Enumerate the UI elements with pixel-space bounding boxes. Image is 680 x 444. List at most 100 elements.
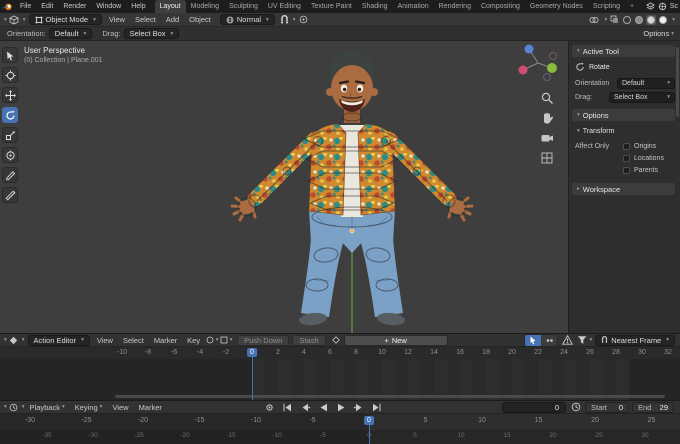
options-popover[interactable]: Options ▾ <box>643 29 676 38</box>
tab-shading[interactable]: Shading <box>357 0 393 13</box>
blender-logo-icon[interactable] <box>0 1 15 12</box>
tweak-select-icon[interactable] <box>525 334 542 346</box>
current-frame-field[interactable]: 0 <box>502 401 566 413</box>
navigation-gizmo[interactable] <box>516 43 560 87</box>
vp-menu-select[interactable]: Select <box>130 15 161 24</box>
filter-funnel-icon[interactable]: ▾ <box>577 335 592 345</box>
zoom-icon[interactable] <box>540 91 554 105</box>
snap-frame-dropdown[interactable]: Nearest Frame ▾ <box>595 334 675 346</box>
transform-orientation-dropdown[interactable]: Normal ▾ <box>219 14 275 25</box>
tl-menu-view[interactable]: View <box>107 403 133 412</box>
shading-material-icon[interactable] <box>646 14 657 25</box>
dopesheet-playhead[interactable]: 0 <box>247 348 257 357</box>
viewport-3d[interactable]: User Perspective (0) Collection | Plane.… <box>0 41 568 333</box>
sb-orientation-dropdown[interactable]: Default ▾ <box>617 77 675 89</box>
gizmo-x-axis[interactable] <box>518 65 528 75</box>
sb-drag-dropdown[interactable]: Select Box ▾ <box>609 91 675 103</box>
tab-sculpting[interactable]: Sculpting <box>224 0 263 13</box>
ghost-dropdown-icon[interactable]: ▾ <box>205 336 219 344</box>
cursor-tool-icon[interactable] <box>2 67 18 83</box>
action-editor-dropdown[interactable]: Action Editor ▾ <box>27 334 90 346</box>
editor-type-dopesheet-icon[interactable] <box>7 336 20 345</box>
checkbox-box[interactable] <box>623 155 630 162</box>
auto-key-record-icon[interactable] <box>263 402 276 413</box>
prev-keyframe-icon[interactable] <box>299 402 312 413</box>
shading-chevron-icon[interactable]: ▾ <box>672 17 675 23</box>
transform-tool-icon[interactable] <box>2 147 18 163</box>
playback-popover[interactable]: Playback ▾ <box>25 403 70 412</box>
camera-view-icon[interactable] <box>540 131 554 145</box>
view-layer-icon[interactable] <box>645 2 655 11</box>
tab-geometry-nodes[interactable]: Geometry Nodes <box>525 0 588 13</box>
new-action-button[interactable]: + New <box>343 334 448 346</box>
dope-menu-view[interactable]: View <box>92 336 118 345</box>
browse-action-icon[interactable] <box>330 336 342 344</box>
mode-dropdown[interactable]: Object Mode ▾ <box>28 14 102 25</box>
dopesheet-hscrollbar[interactable] <box>115 395 665 398</box>
dope-menu-key[interactable]: Key <box>182 336 205 345</box>
move-tool-icon[interactable] <box>2 87 18 103</box>
proportional-editing-icon[interactable] <box>298 15 310 24</box>
next-keyframe-icon[interactable] <box>353 402 366 413</box>
panel-options[interactable]: ▾ Options <box>572 109 675 121</box>
frame-end-field[interactable]: End 29 <box>632 401 674 413</box>
ts-orientation-dropdown[interactable]: Default ▾ <box>48 28 93 39</box>
play-reverse-icon[interactable] <box>317 402 330 413</box>
checkbox-origins[interactable]: Origins <box>623 141 675 152</box>
gizmo-y-axis[interactable] <box>547 63 557 73</box>
tab-animation[interactable]: Animation <box>393 0 434 13</box>
tab-scripting[interactable]: Scripting <box>588 0 625 13</box>
snap-magnet-icon[interactable] <box>278 14 291 25</box>
frame-start-field[interactable]: Start 0 <box>585 401 629 413</box>
pan-hand-icon[interactable] <box>540 111 554 125</box>
checkbox-parents[interactable]: Parents <box>623 165 675 176</box>
character-model[interactable] <box>205 41 505 333</box>
editor-type-chevron-icon[interactable]: ▾ <box>22 337 25 343</box>
layers-dropdown-icon[interactable]: ▾ <box>219 336 233 344</box>
menu-render[interactable]: Render <box>58 3 91 10</box>
tab-modeling[interactable]: Modeling <box>186 0 224 13</box>
transform-subpanel-header[interactable]: ▾ Transform <box>575 125 675 137</box>
overlays-chevron-icon[interactable]: ▾ <box>604 17 607 23</box>
warning-icon[interactable] <box>561 335 574 345</box>
keying-popover[interactable]: Keying ▾ <box>70 403 108 412</box>
panel-active-tool[interactable]: ▾ Active Tool <box>572 45 675 57</box>
jump-to-end-icon[interactable] <box>371 402 384 413</box>
checkbox-locations[interactable]: Locations <box>623 153 675 164</box>
rotate-tool-icon[interactable] <box>2 107 18 123</box>
editor-type-3d-icon[interactable] <box>7 15 21 25</box>
annotate-tool-icon[interactable] <box>2 167 18 183</box>
push-down-button[interactable]: Push Down <box>237 334 290 346</box>
select-box-tool-icon[interactable] <box>2 47 18 63</box>
dope-menu-marker[interactable]: Marker <box>149 336 182 345</box>
timeline-playhead-line[interactable] <box>369 424 370 444</box>
scale-tool-icon[interactable] <box>2 127 18 143</box>
menu-file[interactable]: File <box>15 3 36 10</box>
editor-type-timeline-icon[interactable] <box>7 403 20 412</box>
ts-drag-dropdown[interactable]: Select Box ▾ <box>123 28 180 39</box>
play-icon[interactable] <box>335 402 348 413</box>
scene-icon[interactable] <box>658 2 667 11</box>
menu-help[interactable]: Help <box>126 3 150 10</box>
checkbox-box[interactable] <box>623 167 630 174</box>
vp-menu-view[interactable]: View <box>104 15 130 24</box>
menu-window[interactable]: Window <box>91 3 126 10</box>
dopesheet-content[interactable] <box>0 359 680 400</box>
tab-texture-paint[interactable]: Texture Paint <box>306 0 357 13</box>
measure-tool-icon[interactable] <box>2 187 18 203</box>
timeline-ruler[interactable]: -30 -25 -20 -15 -10 -5 5 10 15 20 25 0 <box>0 414 680 430</box>
tab-rendering[interactable]: Rendering <box>434 0 476 13</box>
panel-workspace[interactable]: ▸ Workspace <box>572 183 675 195</box>
shading-wireframe-icon[interactable] <box>622 15 632 25</box>
ortho-grid-icon[interactable] <box>540 151 554 165</box>
editor-type-chevron-icon[interactable]: ▾ <box>23 17 26 23</box>
dope-menu-select[interactable]: Select <box>118 336 149 345</box>
jump-to-start-icon[interactable] <box>281 402 294 413</box>
tab-compositing[interactable]: Compositing <box>476 0 525 13</box>
timeline-sub-strip[interactable]: -35-30-25-20-15-10-5051015202530 <box>0 430 680 444</box>
tl-menu-marker[interactable]: Marker <box>134 403 167 412</box>
dopesheet-playhead-line[interactable] <box>252 357 253 400</box>
shading-rendered-icon[interactable] <box>658 15 668 25</box>
preview-range-clock-icon[interactable] <box>569 402 582 412</box>
tab-layout[interactable]: Layout <box>154 0 186 13</box>
